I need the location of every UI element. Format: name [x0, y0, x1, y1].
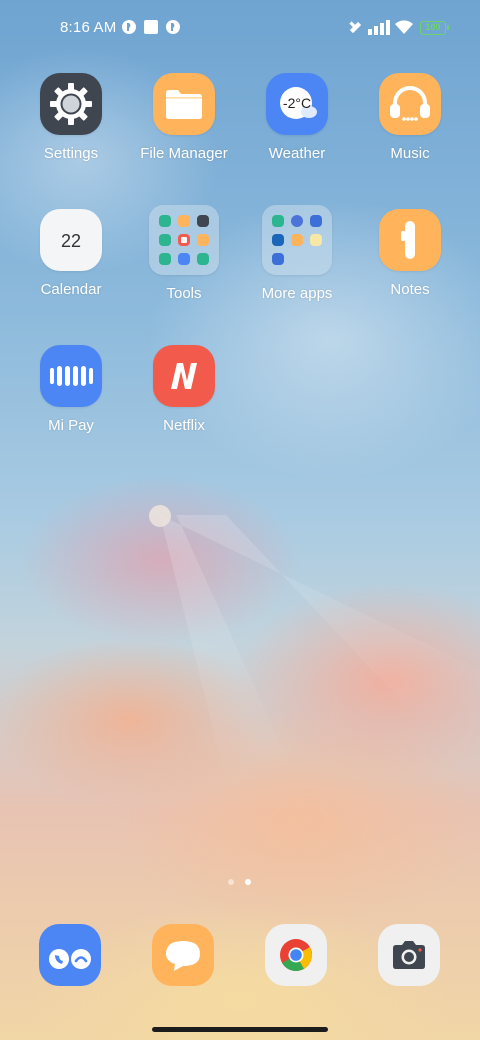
mini-app-icon	[272, 215, 284, 227]
download-icon	[197, 253, 209, 265]
mi-pay-icon	[40, 345, 102, 407]
mini-app-icon	[272, 253, 284, 265]
app-label: Music	[390, 145, 430, 162]
mini-app-icon	[197, 234, 209, 246]
wallpaper-light-rays	[160, 515, 480, 915]
notification-square-icon	[144, 20, 158, 34]
calendar-icon: 22	[40, 209, 102, 271]
folder-grid-icon	[149, 205, 219, 275]
camera-icon	[393, 941, 425, 969]
mini-app-icon	[159, 253, 171, 265]
mini-app-icon	[178, 215, 190, 227]
status-time: 8:16 AM	[60, 19, 117, 36]
app-notes[interactable]: Notes	[354, 209, 466, 298]
page-dot-1[interactable]	[228, 879, 234, 885]
app-weather[interactable]: -2°C Weather	[241, 73, 353, 162]
weather-icon: -2°C	[266, 73, 328, 135]
app-calendar[interactable]: 22 Calendar	[15, 209, 127, 298]
wifi-icon	[395, 20, 413, 34]
dock-camera-app[interactable]	[378, 924, 440, 986]
app-label: Notes	[390, 281, 430, 298]
gesture-home-bar[interactable]	[152, 1027, 328, 1032]
mini-app-icon	[159, 234, 171, 246]
notes-icon	[379, 209, 441, 271]
app-label: Mi Pay	[48, 417, 94, 434]
contacts-icon	[159, 215, 171, 227]
app-label: Tools	[166, 285, 202, 302]
app-label: Weather	[268, 145, 326, 162]
calendar-day: 22	[60, 231, 82, 251]
mini-app-icon	[310, 215, 322, 227]
netflix-icon	[153, 345, 215, 407]
dock-messages-app[interactable]	[152, 924, 214, 986]
messages-icon	[166, 941, 200, 971]
app-label: Netflix	[163, 417, 205, 434]
app-label: More apps	[261, 285, 333, 302]
folder-tools[interactable]: Tools	[128, 205, 240, 302]
phone-icon	[49, 949, 91, 969]
dock-phone-app[interactable]	[39, 924, 101, 986]
settings-icon	[40, 73, 102, 135]
app-file-manager[interactable]: File Manager	[128, 73, 240, 162]
folder-icon	[153, 73, 215, 135]
signal-strength-icon	[368, 20, 390, 35]
status-bar: 8:16 AM 100	[0, 16, 480, 40]
app-netflix[interactable]: Netflix	[128, 345, 240, 434]
facebook-icon	[291, 215, 303, 227]
notification-app-icon-2	[166, 20, 180, 34]
mini-app-icon	[178, 253, 190, 265]
battery-indicator: 100	[420, 21, 449, 35]
mini-app-icon	[178, 234, 190, 246]
page-dot-2-active[interactable]	[245, 879, 251, 885]
folder-more-apps[interactable]: More apps	[241, 205, 353, 302]
app-music[interactable]: Music	[354, 73, 466, 162]
headphones-icon	[379, 73, 441, 135]
vibrate-mode-icon	[349, 21, 362, 34]
mini-app-icon	[291, 234, 303, 246]
notification-app-icon	[122, 20, 136, 34]
app-label: Settings	[43, 145, 99, 162]
weather-temperature: -2°C	[282, 95, 312, 111]
wallpaper-sun	[149, 505, 171, 527]
mini-app-icon	[197, 215, 209, 227]
linkedin-icon	[272, 234, 284, 246]
dock-chrome-app[interactable]	[265, 924, 327, 986]
app-settings[interactable]: Settings	[15, 73, 127, 162]
app-label: File Manager	[140, 145, 228, 162]
app-label: Calendar	[40, 281, 102, 298]
folder-grid-icon	[262, 205, 332, 275]
chrome-icon	[280, 939, 313, 972]
mini-app-icon	[310, 234, 322, 246]
app-mi-pay[interactable]: Mi Pay	[15, 345, 127, 434]
